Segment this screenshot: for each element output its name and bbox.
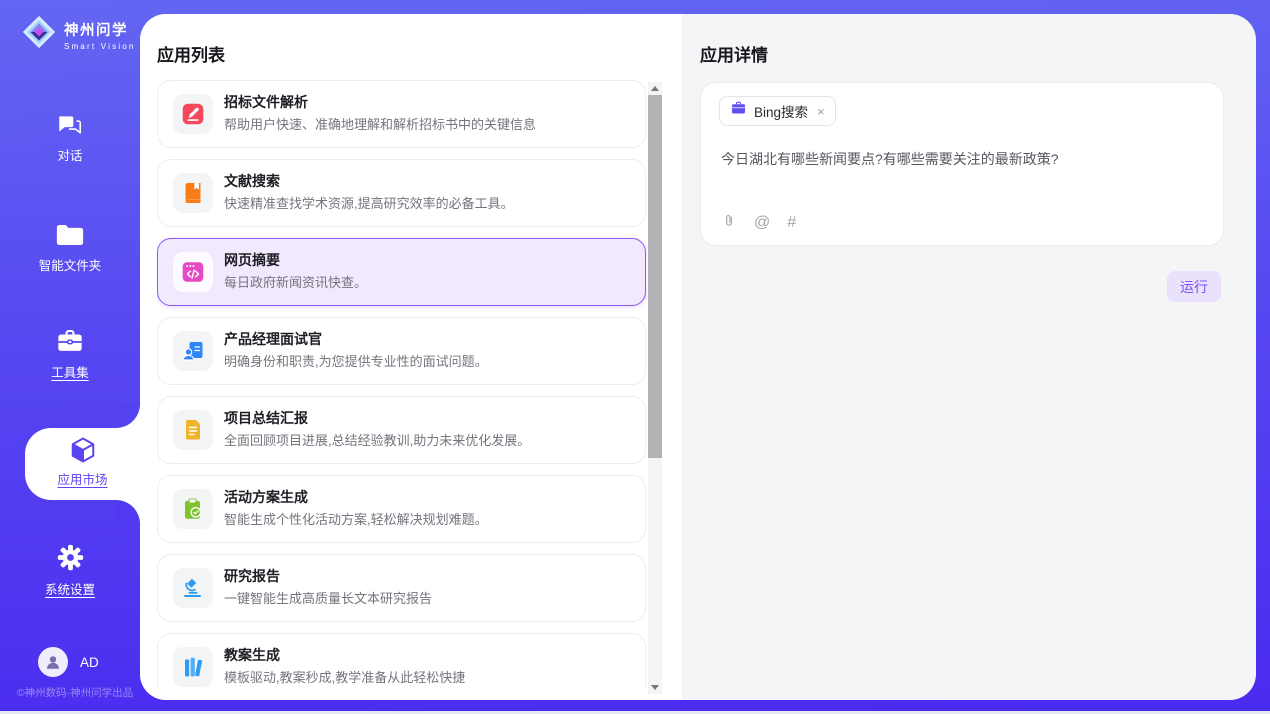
app-card-desc: 快速精准查找学术资源,提高研究效率的必备工具。 (224, 193, 514, 212)
hash-icon[interactable]: # (787, 215, 796, 231)
app-card-bid-parsing[interactable]: 招标文件解析 帮助用户快速、准确地理解和解析招标书中的关键信息 (157, 80, 646, 148)
app-card-title: 教案生成 (224, 645, 280, 665)
sidebar-item-label: 对话 (0, 145, 140, 164)
input-toolbar: @ # (721, 212, 796, 233)
run-button[interactable]: 运行 (1167, 271, 1221, 302)
app-card-project-summary[interactable]: 项目总结汇报 全面回顾项目进展,总结经验教训,助力未来优化发展。 (157, 396, 646, 464)
app-card-title: 网页摘要 (224, 250, 280, 270)
app-card-desc: 每日政府新闻资讯快查。 (224, 272, 367, 291)
interviewer-icon (173, 331, 213, 371)
copyright-text: ©神州数码·神州问学出品 (0, 685, 150, 700)
toolbox-icon (0, 328, 140, 355)
app-card-title: 产品经理面试官 (224, 329, 322, 349)
sidebar-item-toolset[interactable]: 工具集 (0, 328, 140, 381)
app-detail-title: 应用详情 (700, 41, 768, 66)
briefcase-icon (730, 100, 747, 122)
app-logo: 神州问学 Smart Vision (20, 13, 136, 56)
sidebar-item-label: 系统设置 (0, 579, 140, 598)
sidebar-item-chat[interactable]: 对话 (0, 112, 140, 164)
app-card-event-plan[interactable]: 活动方案生成 智能生成个性化活动方案,轻松解决规划难题。 (157, 475, 646, 543)
tool-tag-label: Bing搜索 (754, 101, 808, 121)
app-card-desc: 一键智能生成高质量长文本研究报告 (224, 588, 432, 607)
gear-icon (0, 543, 140, 572)
scroll-down-button[interactable] (648, 681, 662, 694)
app-card-title: 研究报告 (224, 566, 280, 586)
app-card-title: 项目总结汇报 (224, 408, 308, 428)
prompt-card: Bing搜索 × 今日湖北有哪些新闻要点?有哪些需要关注的最新政策? @ # (700, 82, 1224, 246)
web-code-icon (173, 252, 213, 292)
app-card-pm-interviewer[interactable]: 产品经理面试官 明确身份和职责,为您提供专业性的面试问题。 (157, 317, 646, 385)
app-list-scrollbar[interactable] (648, 82, 662, 694)
prompt-input[interactable]: 今日湖北有哪些新闻要点?有哪些需要关注的最新政策? (721, 149, 1201, 169)
app-card-desc: 帮助用户快速、准确地理解和解析招标书中的关键信息 (224, 114, 536, 133)
report-doc-icon (173, 410, 213, 450)
app-card-research-report[interactable]: 研究报告 一键智能生成高质量长文本研究报告 (157, 554, 646, 622)
mention-icon[interactable]: @ (754, 215, 770, 231)
bubble-curve-top (116, 404, 140, 428)
edit-document-icon (173, 94, 213, 134)
sidebar-item-label: 工具集 (0, 362, 140, 381)
sidebar-item-settings[interactable]: 系统设置 (0, 543, 140, 598)
clipboard-check-icon (173, 489, 213, 529)
user-initials: AD (80, 655, 99, 670)
avatar (38, 647, 68, 677)
app-card-lesson-plan[interactable]: 教案生成 模板驱动,教案秒成,教学准备从此轻松快捷 (157, 633, 646, 690)
triangle-up-icon (651, 86, 659, 91)
book-icon (173, 173, 213, 213)
brand-diamond-icon (20, 13, 58, 56)
bubble-curve-bottom (116, 500, 140, 524)
app-card-title: 活动方案生成 (224, 487, 308, 507)
sidebar-item-label: 智能文件夹 (0, 255, 140, 274)
app-card-title: 招标文件解析 (224, 92, 308, 112)
app-card-desc: 智能生成个性化活动方案,轻松解决规划难题。 (224, 509, 488, 528)
close-icon[interactable]: × (817, 104, 825, 119)
folder-icon (0, 222, 140, 248)
sidebar-item-smart-folder[interactable]: 智能文件夹 (0, 222, 140, 274)
app-card-desc: 明确身份和职责,为您提供专业性的面试问题。 (224, 351, 488, 370)
cube-icon (25, 435, 140, 465)
app-list: 招标文件解析 帮助用户快速、准确地理解和解析招标书中的关键信息 文献搜索 快速精… (157, 80, 647, 690)
user-account[interactable]: AD (38, 647, 99, 677)
app-card-desc: 全面回顾项目进展,总结经验教训,助力未来优化发展。 (224, 430, 530, 449)
app-card-web-summary[interactable]: 网页摘要 每日政府新闻资讯快查。 (157, 238, 646, 306)
scroll-up-button[interactable] (648, 82, 662, 95)
app-list-panel: 应用列表 招标文件解析 帮助用户快速、准确地理解和解析招标书中的关键信息 (140, 14, 682, 700)
microscope-icon (173, 568, 213, 608)
brand-subtitle: Smart Vision (64, 42, 136, 51)
app-card-title: 文献搜索 (224, 171, 280, 191)
app-card-literature-search[interactable]: 文献搜索 快速精准查找学术资源,提高研究效率的必备工具。 (157, 159, 646, 227)
app-list-title: 应用列表 (157, 41, 225, 66)
chat-icon (0, 112, 140, 138)
content-frame: 应用列表 招标文件解析 帮助用户快速、准确地理解和解析招标书中的关键信息 (140, 14, 1256, 700)
sidebar-item-label: 应用市场 (25, 469, 140, 488)
person-icon (44, 653, 62, 671)
sidebar-item-app-market[interactable]: 应用市场 (25, 428, 140, 500)
scrollbar-thumb[interactable] (648, 95, 662, 458)
attachment-icon[interactable] (721, 212, 737, 233)
app-card-desc: 模板驱动,教案秒成,教学准备从此轻松快捷 (224, 667, 465, 686)
brand-name: 神州问学 (64, 19, 136, 40)
books-icon (173, 647, 213, 687)
triangle-down-icon (651, 685, 659, 690)
tool-tag-bing-search[interactable]: Bing搜索 × (719, 96, 836, 126)
